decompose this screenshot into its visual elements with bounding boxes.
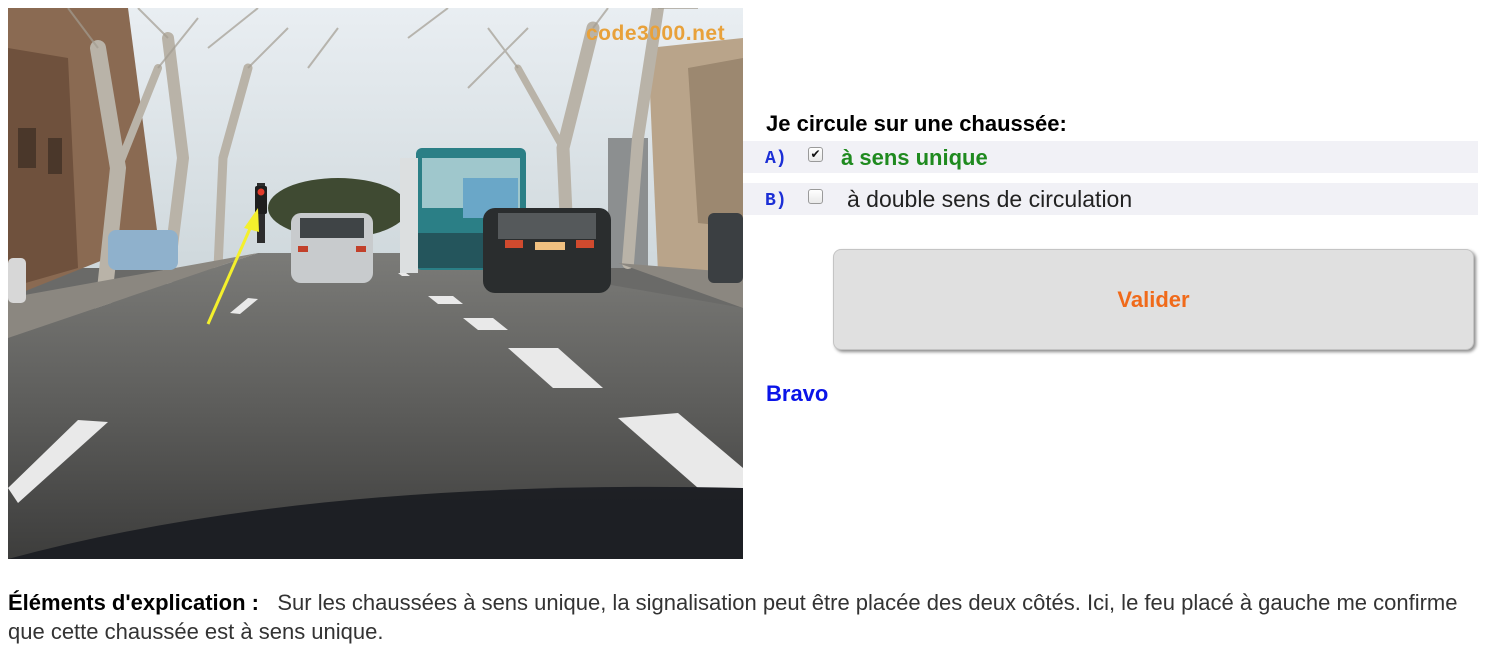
answer-b-label[interactable]: à double sens de circulation: [847, 186, 1132, 213]
answer-a-checkbox[interactable]: ✔: [808, 147, 823, 162]
quiz-page: code3000.net Je circule sur une chaussée…: [0, 0, 1490, 652]
answer-b-checkbox[interactable]: [808, 189, 823, 204]
answer-a-label[interactable]: à sens unique: [841, 145, 988, 171]
answer-option-a[interactable]: A) ✔ à sens unique: [743, 141, 1478, 173]
answer-letter-a: A): [765, 149, 787, 169]
validate-button[interactable]: Valider: [833, 249, 1474, 350]
feedback-text: Bravo: [766, 381, 829, 406]
question-title: Je circule sur une chaussée:: [766, 111, 1067, 136]
road-scene-photo: [8, 8, 743, 559]
explanation-block: Éléments d'explication : Sur les chaussé…: [8, 588, 1478, 646]
explanation-label: Éléments d'explication :: [8, 590, 259, 615]
question-photo: code3000.net: [8, 8, 743, 559]
answer-option-b[interactable]: B) à double sens de circulation: [743, 183, 1478, 215]
answer-letter-b: B): [765, 191, 787, 211]
explanation-spacer: [265, 590, 271, 615]
watermark-text: code3000.net: [586, 22, 726, 45]
